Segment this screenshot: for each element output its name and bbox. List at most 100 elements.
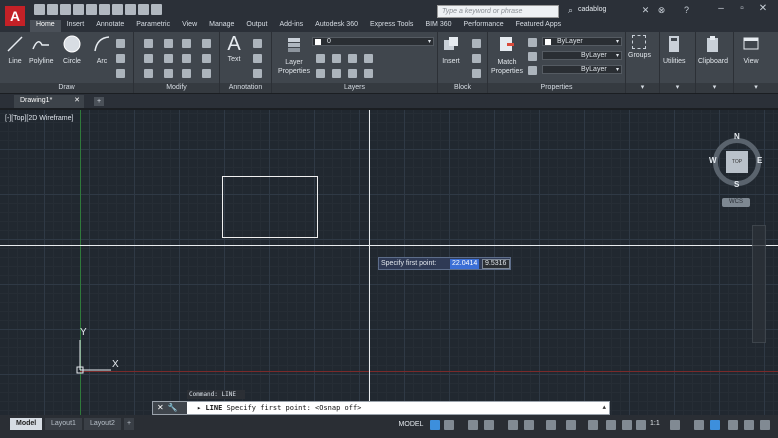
isolate-objects-icon[interactable] [728, 420, 738, 430]
tab-manage[interactable]: Manage [203, 20, 240, 32]
tab-output[interactable]: Output [240, 20, 273, 32]
lineweight-dropdown[interactable]: ByLayer ▾ [542, 51, 622, 60]
layer-freeze-icon[interactable] [348, 54, 357, 63]
make-current-icon[interactable] [316, 69, 325, 78]
viewcube[interactable]: TOP N S E W WCS [707, 132, 767, 212]
user-name[interactable]: cadablog [578, 6, 606, 13]
offset-icon[interactable] [202, 69, 211, 78]
close-tab-icon[interactable]: ✕ [74, 95, 80, 107]
print-icon[interactable] [99, 4, 110, 15]
units-icon[interactable] [710, 420, 720, 430]
explode-icon[interactable] [202, 54, 211, 63]
layer-properties-button[interactable]: Layer Properties [276, 35, 312, 76]
share-icon[interactable] [138, 4, 149, 15]
document-tab[interactable]: Drawing1* ✕ [14, 95, 84, 108]
lineweight-display-icon[interactable] [566, 420, 576, 430]
circle-button[interactable]: Circle [63, 35, 81, 65]
new-tab-button[interactable]: + [94, 97, 104, 106]
modify-panel-title[interactable]: Modify [134, 83, 219, 93]
match-layer-icon[interactable] [332, 69, 341, 78]
ortho-icon[interactable] [468, 420, 478, 430]
close-icon[interactable]: ✕ [754, 2, 772, 16]
arc-button[interactable]: Arc [93, 35, 111, 65]
utilities-button[interactable]: Utilities [663, 35, 686, 65]
tab-layout2[interactable]: Layout2 [84, 418, 121, 430]
block-attributes-icon[interactable] [472, 69, 481, 78]
add-layout-button[interactable]: + [124, 418, 135, 430]
tab-layout1[interactable]: Layout1 [45, 418, 82, 430]
clipboard-panel-expand[interactable]: ▾ [696, 83, 733, 93]
linetype-dropdown[interactable]: ByLayer ▾ [542, 65, 622, 74]
workspace-icon[interactable] [670, 420, 680, 430]
trim-icon[interactable] [182, 39, 191, 48]
tab-home[interactable]: Home [30, 20, 61, 32]
annotation-panel-title[interactable]: Annotation [220, 83, 271, 93]
object-snap-tracking-icon[interactable] [524, 420, 534, 430]
erase-icon[interactable] [202, 39, 211, 48]
wcs-menu[interactable]: WCS [722, 198, 750, 207]
edit-block-icon[interactable] [472, 54, 481, 63]
object-snap-icon[interactable] [546, 420, 556, 430]
annotation-scale[interactable]: 1:1 [650, 420, 660, 427]
line-button[interactable]: Line [6, 35, 24, 65]
draw-panel-title[interactable]: Draw [0, 83, 133, 93]
view-panel-expand[interactable]: ▾ [734, 83, 778, 93]
rectangle-icon[interactable] [116, 39, 125, 48]
x-coordinate-field[interactable]: 22.0414 [450, 259, 479, 269]
rectangle-entity[interactable] [222, 176, 318, 238]
selection-cycling-icon[interactable] [606, 420, 616, 430]
tab-view[interactable]: View [176, 20, 203, 32]
snap-icon[interactable] [444, 420, 454, 430]
command-input[interactable]: ▸ LINE Specify first point: <Osnap off> [197, 404, 361, 412]
mirror-icon[interactable] [164, 54, 173, 63]
command-history-toggle-icon[interactable]: ▴ [602, 403, 606, 411]
y-coordinate-field[interactable]: 9.5316 [482, 259, 510, 269]
layer-off-icon[interactable] [316, 54, 325, 63]
application-menu-button[interactable]: A [0, 0, 30, 32]
drawing-canvas[interactable]: [-][Top][2D Wireframe] Specify first poi… [0, 110, 778, 415]
a360-icon[interactable]: ⊗ [656, 5, 667, 16]
layer-unlock-icon[interactable] [364, 69, 373, 78]
region-icon[interactable] [116, 69, 125, 78]
groups-button[interactable]: Groups [628, 35, 651, 59]
command-line[interactable]: ✕ 🔧 ▸ LINE Specify first point: <Osnap o… [152, 401, 610, 415]
undo-icon[interactable] [112, 4, 123, 15]
viewport-controls[interactable]: [-][Top][2D Wireframe] [5, 115, 73, 122]
clipboard-button[interactable]: Clipboard [698, 35, 728, 65]
copy-icon[interactable] [144, 54, 153, 63]
minimize-icon[interactable]: – [712, 2, 730, 16]
block-panel-title[interactable]: Block [438, 83, 487, 93]
annotation-monitor-icon[interactable] [694, 420, 704, 430]
customize-icon[interactable]: 🔧 [168, 402, 178, 414]
layer-previous-icon[interactable] [348, 69, 357, 78]
save-as-icon[interactable] [73, 4, 84, 15]
compass-north[interactable]: N [734, 132, 740, 141]
transparency-icon[interactable] [588, 420, 598, 430]
dimension-icon[interactable] [253, 39, 262, 48]
navigation-bar[interactable] [752, 225, 766, 343]
utilities-panel-expand[interactable]: ▾ [660, 83, 695, 93]
polar-icon[interactable] [484, 420, 494, 430]
open-icon[interactable] [47, 4, 58, 15]
layer-isolate-icon[interactable] [332, 54, 341, 63]
redo-icon[interactable] [125, 4, 136, 15]
table-icon[interactable] [253, 69, 262, 78]
customize-qat-icon[interactable] [151, 4, 162, 15]
tab-express-tools[interactable]: Express Tools [364, 20, 419, 32]
search-input[interactable]: Type a keyword or phrase [437, 5, 559, 18]
viewcube-top-face[interactable]: TOP [726, 151, 748, 173]
maximize-icon[interactable]: ▫ [733, 2, 751, 16]
tab-insert[interactable]: Insert [61, 20, 91, 32]
color-wheel-icon[interactable] [528, 38, 537, 47]
lineweight-icon[interactable] [528, 52, 537, 61]
move-icon[interactable] [144, 39, 153, 48]
rotate-icon[interactable] [164, 39, 173, 48]
cloud-open-icon[interactable] [86, 4, 97, 15]
polyline-button[interactable]: Polyline [29, 35, 54, 65]
stretch-icon[interactable] [144, 69, 153, 78]
leader-icon[interactable] [253, 54, 262, 63]
create-block-icon[interactable] [472, 39, 481, 48]
groups-panel-expand[interactable]: ▾ [626, 83, 659, 93]
layers-panel-title[interactable]: Layers [272, 83, 437, 93]
tab-parametric[interactable]: Parametric [130, 20, 176, 32]
